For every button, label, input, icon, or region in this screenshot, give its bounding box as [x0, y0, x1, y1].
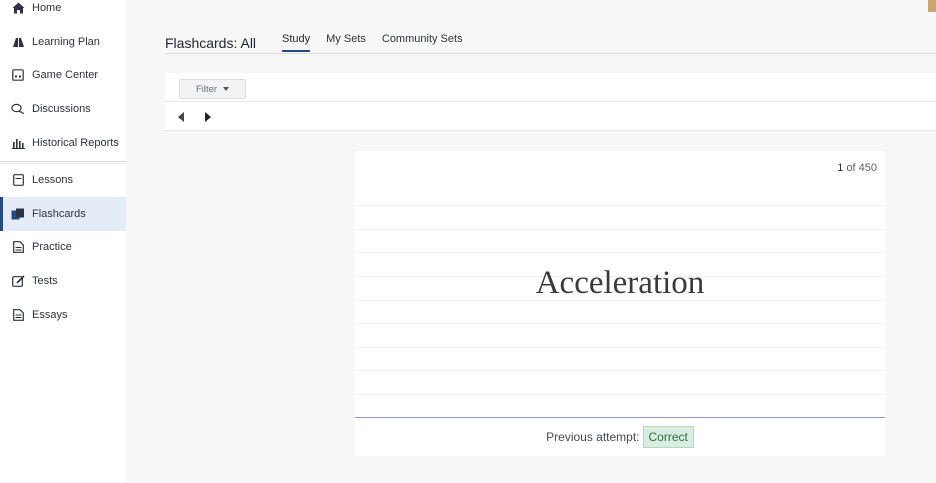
card-divider — [355, 417, 885, 418]
sidebar-item-label: Home — [32, 2, 62, 14]
sidebar-item-game-center[interactable]: Game Center — [0, 58, 126, 92]
card-rule-line — [355, 252, 885, 253]
essays-icon — [11, 308, 25, 322]
flashcards-icon — [11, 207, 25, 221]
sidebar-item-label: Historical Reports — [32, 137, 119, 149]
tests-icon — [11, 274, 25, 288]
filter-label: Filter — [195, 83, 218, 95]
sidebar-item-label: Lessons — [32, 174, 73, 186]
card-rule-line — [355, 370, 885, 371]
sidebar-item-label: Tests — [32, 275, 58, 287]
game-center-icon — [11, 68, 25, 82]
next-card-button[interactable] — [202, 111, 214, 123]
tab-study[interactable]: Study — [282, 33, 311, 52]
sidebar: Home Learning Plan Game Center Discussio… — [0, 0, 126, 483]
home-icon — [11, 1, 25, 15]
card-rule-line — [355, 229, 885, 230]
learning-plan-icon — [11, 35, 25, 49]
caret-down-icon — [223, 87, 230, 91]
page-title: Flashcards: All — [165, 35, 257, 51]
previous-attempt: Previous attempt: Correct — [355, 426, 885, 448]
practice-icon — [11, 240, 25, 254]
tab-bar: Study My Sets Community Sets — [282, 33, 479, 52]
card-rule-line — [355, 347, 885, 348]
sidebar-item-label: Essays — [32, 309, 68, 321]
sidebar-item-label: Practice — [32, 241, 72, 253]
bar-chart-icon — [11, 136, 25, 150]
sidebar-item-label: Learning Plan — [32, 36, 100, 48]
sidebar-divider — [0, 161, 126, 162]
status-badge: Correct — [642, 426, 694, 448]
sidebar-item-discussions[interactable]: Discussions — [0, 92, 126, 126]
caret-left-icon — [178, 112, 184, 122]
flashcard[interactable]: 1 of 450 Acceleration Previous attempt: … — [355, 151, 885, 456]
card-rule-line — [355, 394, 885, 395]
card-counter: 1 of 450 — [837, 162, 877, 174]
sidebar-item-home[interactable]: Home — [0, 0, 126, 25]
flashcard-term: Acceleration — [535, 265, 705, 301]
previous-attempt-label: Previous attempt: — [546, 430, 640, 444]
filter-panel: Filter — [165, 73, 936, 131]
tab-community-sets[interactable]: Community Sets — [382, 33, 463, 52]
card-counter-of: of — [846, 162, 856, 174]
sidebar-item-label: Game Center — [32, 69, 99, 81]
card-rule-line — [355, 323, 885, 324]
card-rule-line — [355, 205, 885, 206]
sidebar-item-essays[interactable]: Essays — [0, 298, 126, 332]
sidebar-item-flashcards[interactable]: Flashcards — [0, 197, 126, 231]
sidebar-item-practice[interactable]: Practice — [0, 230, 126, 264]
card-total: 450 — [858, 162, 877, 174]
sidebar-item-learning-plan[interactable]: Learning Plan — [0, 25, 126, 59]
sidebar-item-label: Flashcards — [32, 208, 86, 220]
avatar[interactable] — [928, 0, 936, 12]
sidebar-item-historical-reports[interactable]: Historical Reports — [0, 126, 126, 160]
discussions-icon — [11, 102, 25, 116]
header-divider — [165, 53, 936, 54]
filter-divider — [165, 101, 936, 102]
flashcard-face[interactable]: 1 of 450 Acceleration — [355, 151, 885, 417]
tab-my-sets[interactable]: My Sets — [326, 33, 366, 52]
card-position: 1 — [837, 162, 844, 174]
previous-card-button[interactable] — [175, 111, 187, 123]
sidebar-item-lessons[interactable]: Lessons — [0, 163, 126, 197]
sidebar-item-label: Discussions — [32, 103, 91, 115]
sidebar-item-tests[interactable]: Tests — [0, 264, 126, 298]
lessons-icon — [11, 173, 25, 187]
filter-button[interactable]: Filter — [179, 79, 246, 99]
caret-right-icon — [205, 112, 211, 122]
